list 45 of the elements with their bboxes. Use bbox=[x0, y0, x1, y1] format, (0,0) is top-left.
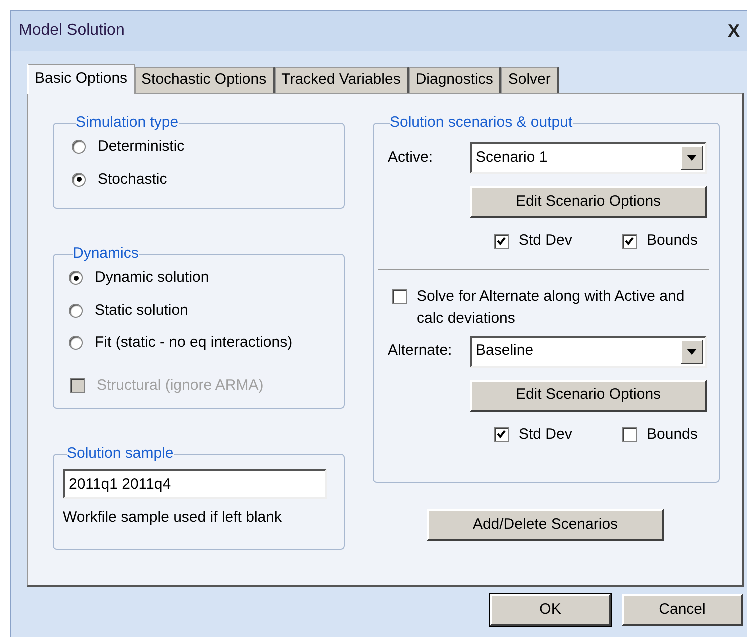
tab[interactable]: Tracked Variables bbox=[274, 67, 409, 93]
radio-button[interactable] bbox=[72, 172, 86, 187]
button[interactable]: OK bbox=[490, 594, 611, 626]
checkbox-label: Structural (ignore ARMA) bbox=[97, 376, 264, 396]
button[interactable]: Edit Scenario Options bbox=[470, 186, 707, 218]
radio-button[interactable] bbox=[72, 140, 86, 154]
close-button[interactable]: X bbox=[725, 18, 743, 44]
button[interactable]: Cancel bbox=[622, 594, 743, 626]
checkbox-label: Bounds bbox=[647, 424, 698, 444]
checkbox-label: Std Dev bbox=[519, 424, 572, 444]
checkbox-label: Std Dev bbox=[519, 231, 572, 251]
window-title: Model Solution bbox=[19, 21, 125, 41]
dropdown[interactable]: Scenario 1 bbox=[470, 142, 707, 174]
checkbox[interactable] bbox=[622, 427, 637, 442]
radio-label: Static solution bbox=[95, 300, 188, 320]
radio-button[interactable] bbox=[69, 304, 83, 318]
tab[interactable]: Solver bbox=[501, 67, 559, 93]
group-title: Simulation type bbox=[76, 114, 179, 132]
checkbox[interactable] bbox=[622, 234, 637, 249]
tab[interactable]: Basic Options bbox=[27, 64, 135, 94]
button[interactable]: Edit Scenario Options bbox=[470, 380, 707, 412]
radio-label: Fit (static - no eq interactions) bbox=[95, 333, 293, 353]
caret-icon bbox=[681, 146, 703, 170]
tab[interactable]: Stochastic Options bbox=[134, 67, 275, 93]
caret-icon bbox=[681, 340, 703, 364]
button[interactable]: Add/Delete Scenarios bbox=[427, 509, 664, 541]
radio-button[interactable] bbox=[69, 336, 83, 350]
radio-label: Deterministic bbox=[98, 137, 185, 157]
checkbox[interactable] bbox=[494, 427, 509, 442]
checkbox-label: Bounds bbox=[647, 231, 698, 251]
hint-text: Workfile sample used if left blank bbox=[63, 508, 283, 528]
radio-label: Stochastic bbox=[98, 170, 168, 190]
radio-button[interactable] bbox=[69, 271, 83, 286]
group-title: Dynamics bbox=[73, 245, 139, 263]
field-label: Active: bbox=[387, 148, 434, 168]
radio-label: Dynamic solution bbox=[95, 268, 210, 288]
checkbox[interactable] bbox=[494, 234, 509, 249]
checkbox-label: Solve for Alternate along with Active and calc deviations bbox=[417, 286, 686, 328]
field-label: Alternate: bbox=[387, 341, 454, 362]
checkbox[interactable] bbox=[392, 288, 407, 304]
dropdown[interactable]: Baseline bbox=[470, 336, 707, 368]
sample-field[interactable]: 2011q1 2011q4 bbox=[63, 469, 327, 499]
group-title: Solution scenarios & output bbox=[390, 114, 573, 132]
group-title: Solution sample bbox=[67, 445, 174, 463]
tab[interactable]: Diagnostics bbox=[408, 67, 502, 93]
